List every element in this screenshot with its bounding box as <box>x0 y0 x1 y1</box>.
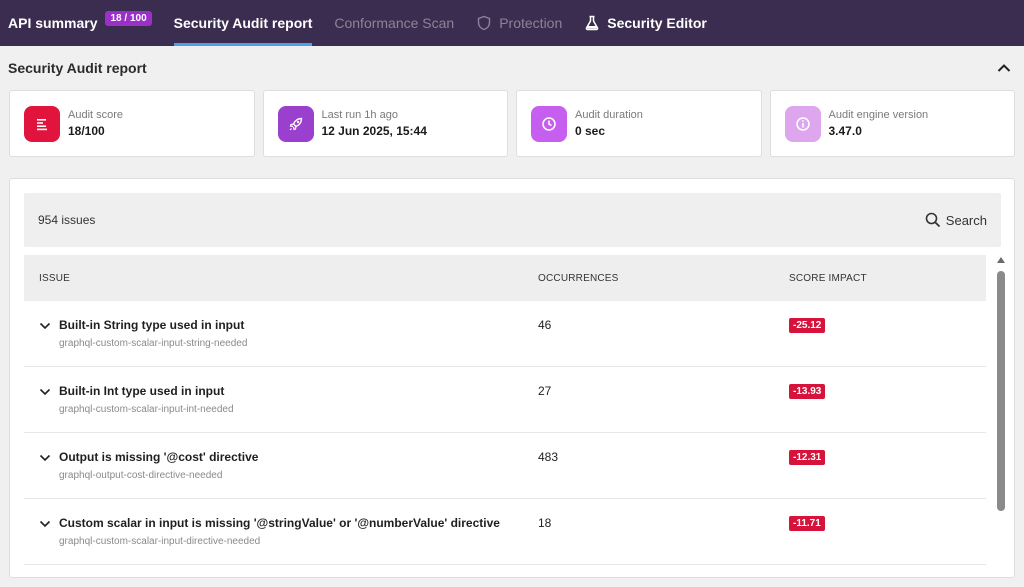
score-impact-badge: -11.71 <box>789 515 825 531</box>
chevron-down-icon[interactable] <box>39 452 51 464</box>
issue-id: graphql-custom-scalar-input-int-needed <box>59 404 234 415</box>
section-header: Security Audit report <box>0 46 1024 90</box>
occurrences-value: 18 <box>538 515 552 530</box>
collapse-button[interactable] <box>994 58 1014 78</box>
audit-duration-card: Audit duration 0 sec <box>516 90 762 157</box>
header-occurrences[interactable]: OCCURRENCES <box>538 273 789 284</box>
card-value: 3.47.0 <box>828 124 862 138</box>
search-icon <box>925 212 940 228</box>
last-run-card: Last run 1h ago 12 Jun 2025, 15:44 <box>262 90 508 157</box>
scroll-up-arrow-icon[interactable] <box>997 257 1005 263</box>
chevron-up-icon <box>997 64 1011 72</box>
tab-conformance-scan[interactable]: Conformance Scan <box>334 0 454 46</box>
occurrences-value: 27 <box>538 383 552 398</box>
tab-label: Security Audit report <box>173 15 313 31</box>
card-label: Audit duration <box>575 109 643 121</box>
issues-toolbar: 954 issues Search <box>24 193 1001 247</box>
occurrences-value: 483 <box>538 449 559 464</box>
tab-api-summary[interactable]: API summary 18 / 100 <box>8 0 152 46</box>
table-row[interactable]: Output is missing '@cost' directive grap… <box>24 433 986 499</box>
occurrences-value: 46 <box>538 317 552 332</box>
list-icon <box>24 105 60 142</box>
search-label: Search <box>945 212 987 228</box>
header-issue[interactable]: ISSUE <box>24 273 538 284</box>
score-impact-badge: -25.12 <box>789 317 826 333</box>
info-icon <box>784 105 821 142</box>
score-impact-badge: -13.93 <box>789 383 826 399</box>
issue-id: graphql-custom-scalar-input-directive-ne… <box>59 536 261 547</box>
table-header: ISSUE OCCURRENCES SCORE IMPACT <box>24 255 986 301</box>
issue-title: Custom scalar in input is missing '@stri… <box>59 516 500 530</box>
scrollbar[interactable] <box>996 257 1006 587</box>
issues-table: ISSUE OCCURRENCES SCORE IMPACT Built-in … <box>24 255 986 565</box>
shield-icon <box>476 15 492 31</box>
audit-score-card: Audit score 18/100 <box>9 90 255 157</box>
card-label: Audit engine version <box>828 109 929 121</box>
card-value: 12 Jun 2025, 15:44 <box>321 124 427 138</box>
issues-count: 954 issues <box>38 213 96 227</box>
table-row[interactable]: Custom scalar in input is missing '@stri… <box>24 499 986 565</box>
tab-protection[interactable]: Protection <box>476 0 562 46</box>
table-row[interactable]: Built-in String type used in input graph… <box>24 301 986 367</box>
issue-title: Built-in Int type used in input <box>59 384 225 398</box>
top-nav: API summary 18 / 100 Security Audit repo… <box>0 0 1024 46</box>
issue-title: Built-in String type used in input <box>59 318 245 332</box>
search-button[interactable]: Search <box>925 212 987 228</box>
table-row[interactable]: Built-in Int type used in input graphql-… <box>24 367 986 433</box>
flask-icon <box>584 15 600 31</box>
issues-panel: 954 issues Search ISSUE OCCURRENCES SCOR… <box>9 178 1015 578</box>
card-label: Last run 1h ago <box>321 109 398 121</box>
scroll-thumb[interactable] <box>997 271 1005 511</box>
summary-cards: Audit score 18/100 Last run 1h ago 12 Ju… <box>0 90 1024 157</box>
tab-security-audit-report[interactable]: Security Audit report <box>173 0 313 46</box>
header-score-impact[interactable]: SCORE IMPACT <box>789 273 986 284</box>
tab-label: Security Editor <box>607 15 707 31</box>
tab-security-editor[interactable]: Security Editor <box>584 0 707 46</box>
issue-id: graphql-custom-scalar-input-string-neede… <box>59 338 248 349</box>
rocket-icon <box>277 105 314 142</box>
tab-label: API summary <box>8 15 98 31</box>
card-value: 0 sec <box>575 124 606 138</box>
chevron-down-icon[interactable] <box>39 518 51 530</box>
section-title: Security Audit report <box>8 60 147 76</box>
chevron-down-icon[interactable] <box>39 320 51 332</box>
card-value: 18/100 <box>68 124 105 138</box>
issue-id: graphql-output-cost-directive-needed <box>59 470 223 481</box>
clock-icon <box>531 105 567 142</box>
issue-title: Output is missing '@cost' directive <box>59 450 259 464</box>
chevron-down-icon[interactable] <box>39 386 51 398</box>
engine-version-card: Audit engine version 3.47.0 <box>769 90 1015 157</box>
score-impact-badge: -12.31 <box>789 449 826 465</box>
tab-label: Conformance Scan <box>334 15 455 31</box>
tab-label: Protection <box>499 15 563 31</box>
card-label: Audit score <box>68 109 124 121</box>
score-badge: 18 / 100 <box>105 10 152 26</box>
